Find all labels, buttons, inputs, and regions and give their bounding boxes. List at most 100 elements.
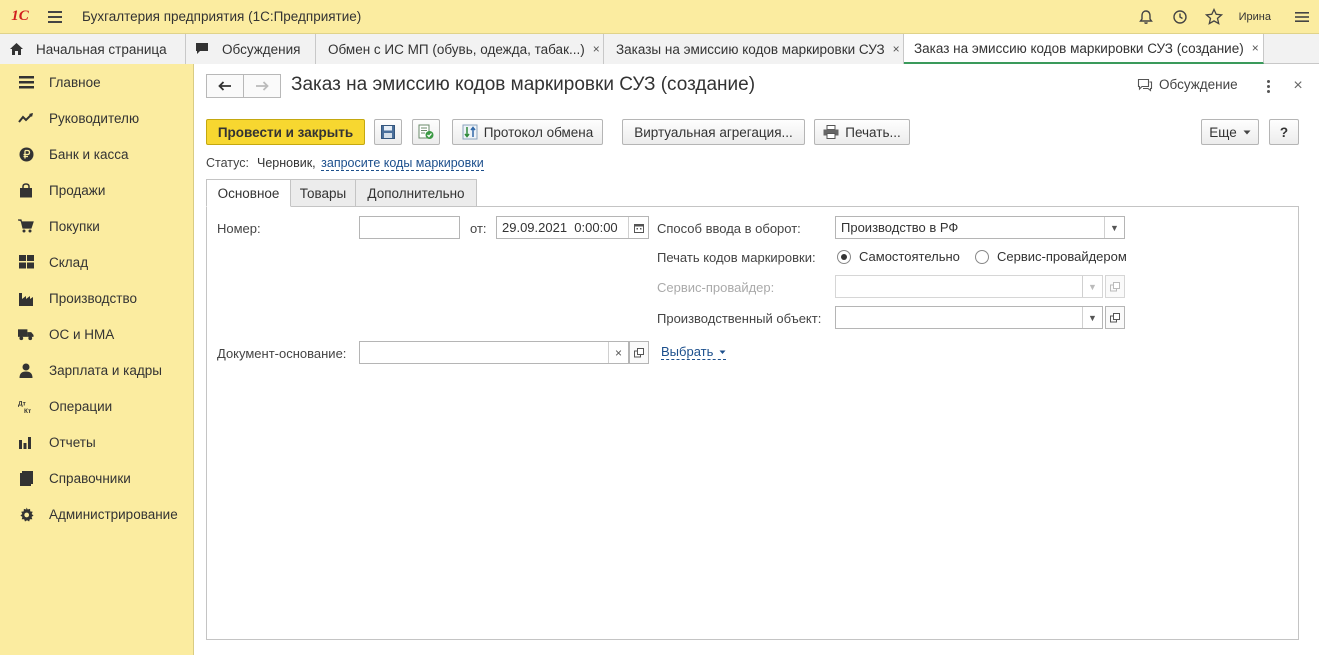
back-button[interactable] [206, 74, 244, 98]
select-base-document-link[interactable]: Выбрать [661, 344, 726, 360]
home-icon [8, 41, 24, 57]
tab-main[interactable]: Основное [206, 179, 291, 207]
menu-lines-icon [18, 74, 34, 90]
forward-button[interactable] [243, 74, 281, 98]
app-title: Бухгалтерия предприятия (1С:Предприятие) [82, 9, 362, 24]
dropdown-arrow-icon[interactable]: ▼ [1082, 307, 1102, 328]
arrow-right-icon [256, 81, 269, 91]
more-label: Еще [1209, 124, 1237, 140]
bell-icon[interactable] [1129, 0, 1163, 34]
print-button[interactable]: Печать... [814, 119, 910, 145]
chevron-down-icon [719, 350, 726, 355]
date-value: 29.09.2021 0:00:00 [502, 220, 618, 235]
close-icon[interactable]: × [1252, 41, 1259, 55]
chat-bubble-icon [1137, 78, 1153, 92]
production-object-label: Производственный объект: [657, 311, 822, 326]
sidebar-item-reports[interactable]: Отчеты [0, 424, 193, 460]
sidebar-item-main[interactable]: Главное [0, 64, 193, 100]
sidebar-item-label: Отчеты [49, 434, 96, 450]
open-tabs-bar: Начальная страница Обсуждения Обмен с ИС… [0, 34, 1319, 64]
sidebar-item-operations[interactable]: Дт Кт Операции [0, 388, 193, 424]
tab-home[interactable]: Начальная страница [0, 34, 186, 64]
sidebar-item-bank[interactable]: Банк и касса [0, 136, 193, 172]
discussion-button[interactable]: Обсуждение [1137, 77, 1238, 92]
tab-additional[interactable]: Дополнительно [355, 179, 477, 207]
exchange-arrows-icon [462, 124, 478, 140]
bar-chart-icon [18, 434, 34, 450]
calendar-icon[interactable] [628, 217, 648, 238]
post-document-icon [418, 124, 434, 139]
sidebar-item-purchases[interactable]: Покупки [0, 208, 193, 244]
input-method-select[interactable]: Производство в РФ ▼ [835, 216, 1125, 239]
chevron-down-icon [1243, 130, 1251, 134]
sidebar-item-salary-hr[interactable]: Зарплата и кадры [0, 352, 193, 388]
tab-orders-suz[interactable]: Заказы на эмиссию кодов маркировки СУЗ × [604, 34, 904, 64]
exchange-protocol-button[interactable]: Протокол обмена [452, 119, 603, 145]
sidebar-item-label: Производство [49, 290, 138, 306]
sidebar-item-label: Склад [49, 254, 89, 270]
person-icon [18, 362, 34, 378]
post-button[interactable] [412, 119, 440, 145]
main-menu-icon[interactable] [40, 0, 70, 34]
book-icon [18, 470, 34, 486]
cart-icon [18, 218, 34, 234]
save-button[interactable] [374, 119, 402, 145]
settings-menu-icon[interactable] [1285, 0, 1319, 34]
service-provider-select: ▼ [835, 275, 1103, 298]
close-icon[interactable]: × [893, 42, 900, 56]
tab-goods[interactable]: Товары [290, 179, 356, 207]
warehouse-grid-icon [18, 254, 34, 270]
production-object-select[interactable]: ▼ [835, 306, 1103, 329]
radio-self[interactable]: Самостоятельно [837, 249, 960, 264]
open-base-document-icon[interactable] [629, 341, 649, 364]
more-button[interactable]: Еще [1201, 119, 1259, 145]
virtual-aggregation-button[interactable]: Виртуальная агрегация... [622, 119, 805, 145]
sidebar-item-manager[interactable]: Руководителю [0, 100, 193, 136]
exchange-protocol-label: Протокол обмена [483, 124, 594, 140]
sidebar-item-sales[interactable]: Продажи [0, 172, 193, 208]
date-input[interactable]: 29.09.2021 0:00:00 [496, 216, 649, 239]
dropdown-arrow-icon: ▼ [1082, 276, 1102, 297]
request-codes-link[interactable]: запросите коды маркировки [321, 156, 484, 171]
tab-label: Заказы на эмиссию кодов маркировки СУЗ [616, 41, 885, 57]
status-label: Статус: [206, 156, 249, 170]
truck-icon [18, 326, 34, 342]
tab-order-suz-create[interactable]: Заказ на эмиссию кодов маркировки СУЗ (с… [904, 34, 1264, 64]
app-logo[interactable]: 1С [0, 0, 40, 34]
help-button[interactable]: ? [1269, 119, 1299, 145]
ruble-coin-icon [18, 146, 34, 162]
page-title: Заказ на эмиссию кодов маркировки СУЗ (с… [291, 74, 756, 95]
arrow-left-icon [218, 81, 231, 91]
sidebar-item-warehouse[interactable]: Склад [0, 244, 193, 280]
open-service-provider-icon [1105, 275, 1125, 298]
more-actions-icon[interactable] [1260, 76, 1276, 96]
history-icon[interactable] [1163, 0, 1197, 34]
discussion-label: Обсуждение [1159, 77, 1238, 92]
print-label: Печать... [845, 124, 901, 140]
radio-service-provider[interactable]: Сервис-провайдером [975, 249, 1127, 264]
sidebar-item-label: Операции [49, 398, 113, 414]
tab-discussions[interactable]: Обсуждения [186, 34, 316, 64]
tab-exchange-is-mp[interactable]: Обмен с ИС МП (обувь, одежда, табак...) … [316, 34, 604, 64]
base-document-input[interactable]: × [359, 341, 629, 364]
sidebar-item-production[interactable]: Производство [0, 280, 193, 316]
radio-selected-icon [837, 249, 851, 264]
open-production-object-icon[interactable] [1105, 306, 1125, 329]
post-and-close-button[interactable]: Провести и закрыть [206, 119, 365, 145]
user-name[interactable]: Ирина [1239, 11, 1271, 23]
sidebar-item-references[interactable]: Справочники [0, 460, 193, 496]
close-form-icon[interactable]: × [1288, 76, 1308, 96]
sidebar-item-administration[interactable]: Администрирование [0, 496, 193, 532]
factory-icon [18, 290, 34, 306]
svg-text:Кт: Кт [24, 408, 31, 414]
clear-icon[interactable]: × [608, 342, 628, 363]
sidebar-item-label: Банк и касса [49, 146, 129, 162]
number-input[interactable] [359, 216, 460, 239]
favorites-star-icon[interactable] [1197, 0, 1231, 34]
sidebar-item-fixed-assets[interactable]: ОС и НМА [0, 316, 193, 352]
dropdown-arrow-icon[interactable]: ▼ [1104, 217, 1124, 238]
print-codes-label: Печать кодов маркировки: [657, 250, 816, 265]
close-icon[interactable]: × [593, 42, 600, 56]
radio-provider-label: Сервис-провайдером [997, 249, 1127, 264]
title-bar: 1С Бухгалтерия предприятия (1С:Предприят… [0, 0, 1319, 34]
